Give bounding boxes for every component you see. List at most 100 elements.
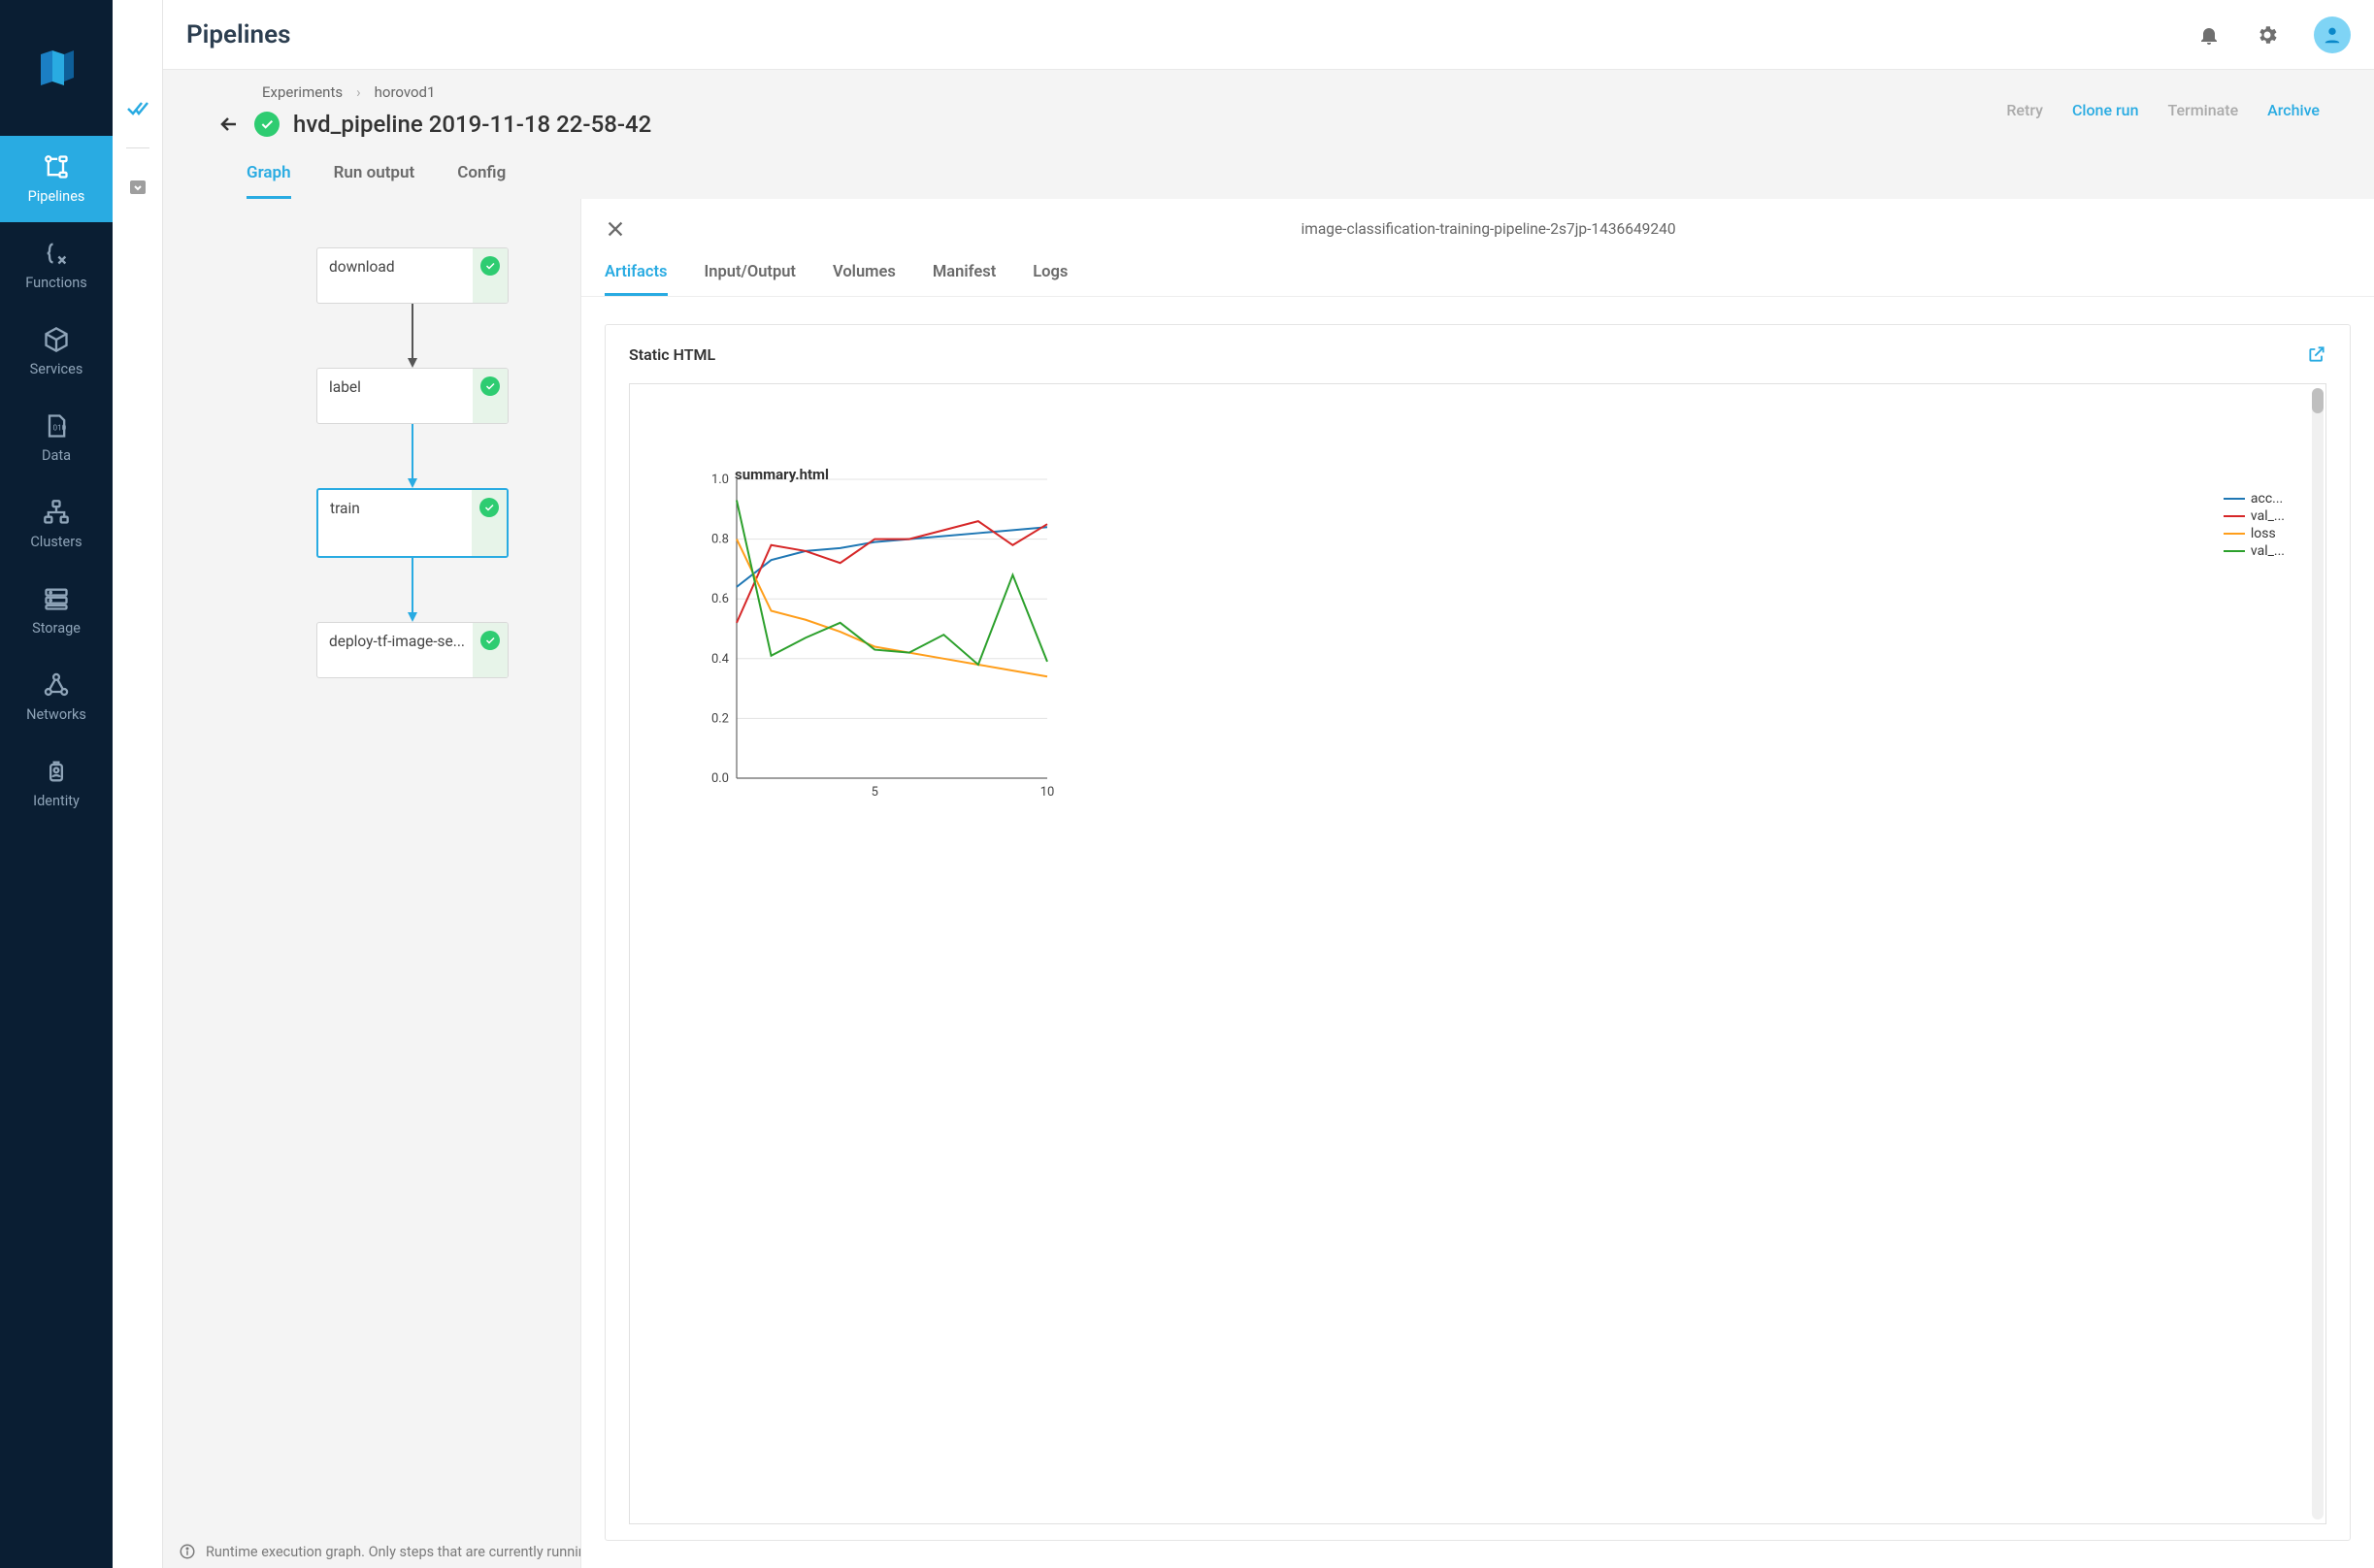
dtab-io[interactable]: Input/Output [705, 263, 796, 296]
svg-text:0.0: 0.0 [711, 771, 729, 786]
details-tabs: Artifacts Input/Output Volumes Manifest … [581, 249, 2374, 297]
svg-text:0.6: 0.6 [711, 592, 729, 606]
dag-node[interactable]: download [316, 247, 509, 304]
nav-label: Identity [33, 793, 80, 809]
clone-run-action[interactable]: Clone run [2072, 101, 2139, 119]
run-actions: Retry Clone run Terminate Archive [2006, 83, 2320, 119]
nav-label: Data [42, 447, 71, 464]
storage-icon [43, 585, 70, 612]
dtab-manifest[interactable]: Manifest [933, 263, 996, 296]
gear-icon[interactable] [2256, 23, 2279, 47]
nav-identity[interactable]: Identity [0, 740, 113, 827]
legend-item: loss [2224, 526, 2285, 541]
open-external-icon[interactable] [2307, 344, 2326, 364]
svg-text:5: 5 [872, 785, 878, 800]
info-icon [179, 1543, 196, 1560]
legend-swatch [2224, 550, 2245, 553]
dag-node-status [473, 623, 508, 677]
workspace: downloadlabeltraindeploy-tf-image-se... … [163, 199, 2374, 1568]
breadcrumb-child[interactable]: horovod1 [375, 83, 436, 101]
dag-node-status [473, 248, 508, 303]
svg-text:10: 10 [1040, 785, 1055, 800]
svg-text:0.2: 0.2 [711, 711, 729, 726]
nav-clusters[interactable]: Clusters [0, 481, 113, 568]
top-bar: Pipelines [163, 0, 2374, 70]
dag-node[interactable]: deploy-tf-image-se... [316, 622, 509, 678]
chevron-right-icon: › [356, 83, 361, 101]
artifact-heading: Static HTML [629, 345, 715, 364]
bell-icon[interactable] [2197, 23, 2221, 47]
brand-logo [0, 0, 113, 136]
dag-node-status [473, 369, 508, 423]
dag-node[interactable]: train [316, 488, 509, 558]
nav-networks[interactable]: Networks [0, 654, 113, 740]
legend-item: val_... [2224, 543, 2285, 559]
legend-label: acc... [2251, 491, 2283, 506]
check-icon [480, 631, 500, 650]
function-icon [43, 240, 70, 267]
run-tabs: Graph Run output Config [217, 146, 2320, 199]
tab-config[interactable]: Config [457, 163, 506, 199]
check-icon [479, 498, 499, 517]
tab-run-output[interactable]: Run output [334, 163, 415, 199]
nav-services[interactable]: Services [0, 309, 113, 395]
details-title: image-classification-training-pipeline-2… [642, 220, 2335, 238]
dag-node-label: train [318, 490, 472, 556]
clusters-icon [43, 499, 70, 526]
dtab-volumes[interactable]: Volumes [833, 263, 896, 296]
page-title: Pipelines [186, 20, 2162, 49]
primary-nav: Pipelines Functions Services 010 Data Cl… [0, 0, 113, 1568]
dag-edge [412, 558, 413, 622]
identity-icon [43, 758, 70, 785]
chart-title: summary.html [735, 466, 829, 483]
dtab-logs[interactable]: Logs [1033, 263, 1068, 296]
retry-action[interactable]: Retry [2006, 101, 2043, 119]
network-icon [43, 671, 70, 699]
dag-node[interactable]: label [316, 368, 509, 424]
breadcrumb-root[interactable]: Experiments [262, 83, 343, 101]
artifact-card: Static HTML summary.html 0.0 0.2 0.4 0.6 0.8… [605, 324, 2351, 1541]
nav-label: Functions [25, 275, 86, 291]
dag-node-label: label [317, 369, 473, 423]
nav-pipelines[interactable]: Pipelines [0, 136, 113, 222]
nav-label: Storage [32, 620, 81, 637]
check-icon [480, 256, 500, 276]
data-icon: 010 [43, 412, 70, 440]
double-check-icon[interactable] [126, 97, 149, 120]
legend-label: loss [2251, 526, 2276, 541]
legend-label: val_... [2251, 508, 2285, 524]
terminate-action[interactable]: Terminate [2167, 101, 2238, 119]
nav-storage[interactable]: Storage [0, 568, 113, 654]
chart-legend: acc...val_...lossval_... [2224, 491, 2285, 561]
archive-box-icon[interactable] [126, 176, 149, 199]
run-header: Experiments › horovod1 hvd_pipeline 2019… [163, 70, 2374, 199]
nav-label: Services [30, 361, 83, 377]
legend-label: val_... [2251, 543, 2285, 559]
svg-text:0.4: 0.4 [711, 652, 730, 667]
back-arrow-icon[interactable] [217, 113, 241, 136]
rail-divider [126, 147, 149, 148]
metrics-line-chart: 0.00.20.40.60.81.0510 [688, 458, 2306, 807]
archive-action[interactable]: Archive [2267, 101, 2320, 119]
nav-functions[interactable]: Functions [0, 222, 113, 309]
nav-label: Clusters [30, 534, 82, 550]
nav-label: Networks [26, 706, 86, 723]
pipelines-icon [43, 153, 70, 180]
legend-swatch [2224, 533, 2245, 536]
svg-text:010: 010 [53, 423, 67, 433]
breadcrumb: Experiments › horovod1 [217, 83, 2006, 101]
dag-node-label: download [317, 248, 473, 303]
tab-graph[interactable]: Graph [247, 163, 291, 199]
dag-node-status [472, 490, 507, 556]
secondary-rail [113, 0, 163, 1568]
svg-text:0.8: 0.8 [711, 533, 729, 547]
user-avatar[interactable] [2314, 16, 2351, 53]
legend-swatch [2224, 498, 2245, 501]
close-icon[interactable] [605, 218, 626, 240]
run-title: hvd_pipeline 2019-11-18 22-58-42 [293, 111, 2006, 138]
dtab-artifacts[interactable]: Artifacts [605, 263, 668, 296]
dag-container: download label train deploy-tf-image-se... [260, 247, 565, 678]
nav-data[interactable]: 010 Data [0, 395, 113, 481]
legend-swatch [2224, 515, 2245, 518]
legend-item: val_... [2224, 508, 2285, 524]
